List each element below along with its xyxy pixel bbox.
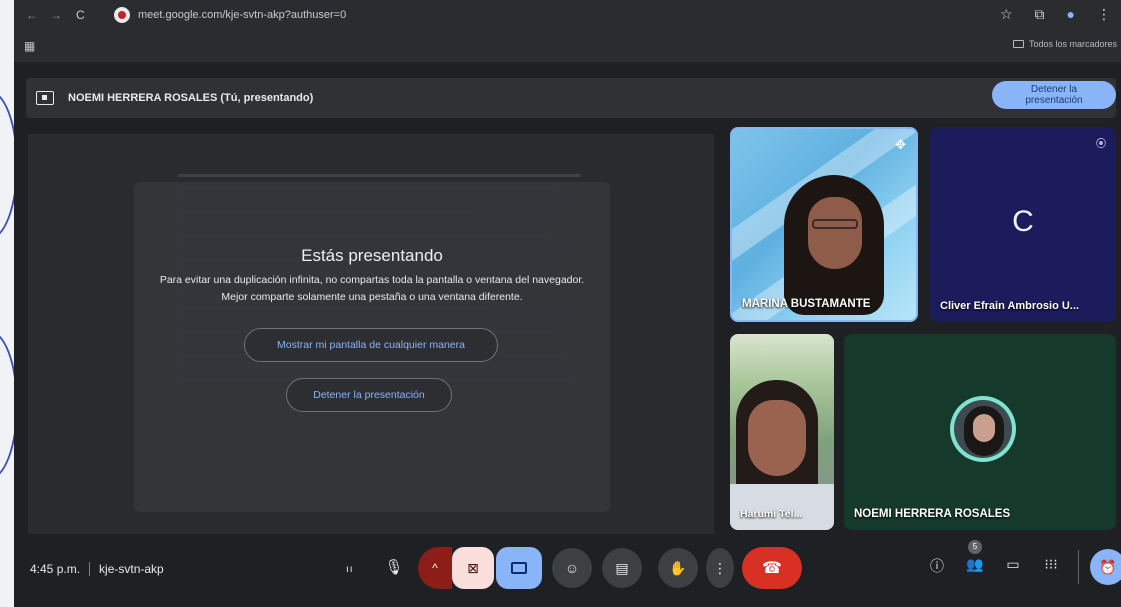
camera-off-button[interactable]: ⊠ <box>452 547 494 589</box>
raise-hand-button[interactable]: ✋ <box>658 547 698 589</box>
emoji-button[interactable]: ☺ <box>552 547 592 589</box>
participant-tile[interactable]: ✥ MARINA BUSTAMANTE <box>730 127 918 322</box>
mic-level-icon: ıı <box>346 564 354 575</box>
captions-icon: ▤ <box>615 559 629 576</box>
emoji-icon: ☺ <box>564 560 580 576</box>
participant-count-badge: 5 <box>968 540 982 554</box>
participant-name: Harumi Tel... <box>740 508 803 520</box>
participant-video <box>784 175 884 315</box>
participant-tile[interactable]: NOEMI HERRERA ROSALES <box>844 334 1116 530</box>
participant-video <box>730 374 834 530</box>
camera-options-button[interactable]: ^ <box>418 547 452 589</box>
present-icon <box>36 91 54 105</box>
more-options-icon: ⋮ <box>713 559 727 576</box>
camera-controls: ^ ⊠ <box>418 547 506 589</box>
site-icon <box>114 7 130 23</box>
activities-icon[interactable]: ⁝⁝⁝ <box>1032 556 1070 576</box>
shared-screen: Estás presentando Para evitar una duplic… <box>28 134 714 534</box>
profile-icon[interactable]: ● <box>1067 6 1075 23</box>
mic-icon: 🎙 <box>384 559 404 576</box>
present-screen-icon <box>511 562 527 574</box>
bookmarks-bar: ▦ Todos los marcadores <box>14 30 1121 62</box>
dialog-title: Estás presentando <box>301 246 443 265</box>
extensions-icon[interactable]: ⧉ <box>1035 6 1045 23</box>
presenting-title: NOEMI HERRERA ROSALES (Tú, presentando) <box>68 92 314 104</box>
end-call-button[interactable]: ☎ <box>742 547 802 589</box>
more-options-button[interactable]: ⋮ <box>706 547 734 589</box>
participant-initial: C <box>1012 205 1034 238</box>
menu-icon[interactable]: ⋮ <box>1097 6 1111 23</box>
captions-button[interactable]: ▤ <box>602 547 642 589</box>
address-bar[interactable]: meet.google.com/kje-svtn-akp?authuser=0 <box>114 4 974 26</box>
star-icon[interactable]: ☆ <box>1000 6 1013 23</box>
camera-off-icon: ⊠ <box>467 559 479 576</box>
dialog-message: Para evitar una duplicación infinita, no… <box>159 274 585 303</box>
folder-icon <box>1012 40 1024 48</box>
all-bookmarks-button[interactable]: Todos los marcadores <box>1012 39 1117 49</box>
browser-toolbar: ← → C meet.google.com/kje-svtn-akp?authu… <box>14 0 1121 30</box>
participant-name: NOEMI HERRERA ROSALES <box>854 508 1011 520</box>
raise-hand-icon: ✋ <box>669 559 687 576</box>
meet-area: NOEMI HERRERA ROSALES (Tú, presentando) … <box>14 62 1121 607</box>
dialog-stop-presenting-button[interactable]: Detener la presentación <box>286 378 452 412</box>
meeting-details: 4:45 p.m. kje-svtn-akp <box>30 562 164 576</box>
reload-icon[interactable]: C <box>76 8 85 22</box>
host-controls-button[interactable]: ⏰ <box>1090 549 1121 585</box>
participant-tile[interactable]: ⦿ C Cliver Efrain Ambrosio U... <box>930 127 1116 322</box>
photo-paper-edge <box>0 0 18 607</box>
audio-level-icon: ⦿ <box>1096 139 1106 150</box>
host-controls-icon: ⏰ <box>1099 558 1117 575</box>
url-text: meet.google.com/kje-svtn-akp?authuser=0 <box>138 9 347 21</box>
apps-icon[interactable]: ▦ <box>24 39 35 53</box>
participant-name: Cliver Efrain Ambrosio U... <box>940 300 1079 312</box>
meeting-code: kje-svtn-akp <box>99 562 164 576</box>
side-controls: ⓘ 5 👥 ▭ ⁝⁝⁝ <box>918 540 1070 576</box>
info-icon[interactable]: ⓘ <box>918 556 956 576</box>
participant-name: MARINA BUSTAMANTE <box>742 298 871 310</box>
present-screen-button[interactable] <box>496 547 542 589</box>
avatar <box>950 396 1016 462</box>
presenting-bar: NOEMI HERRERA ROSALES (Tú, presentando) … <box>26 78 1116 118</box>
show-screen-anyway-button[interactable]: Mostrar mi pantalla de cualquier manera <box>244 328 498 362</box>
pin-icon[interactable]: ✥ <box>895 137 906 153</box>
people-button[interactable]: 5 👥 <box>956 540 994 576</box>
meeting-time: 4:45 p.m. <box>30 562 81 576</box>
divider <box>1078 550 1079 584</box>
forward-icon[interactable]: → <box>50 8 62 22</box>
people-icon: 👥 <box>966 556 984 572</box>
end-call-icon: ☎ <box>762 560 782 577</box>
participant-tile[interactable]: Harumi Tel... <box>730 334 834 530</box>
all-bookmarks-label: Todos los marcadores <box>1028 39 1117 49</box>
chat-icon[interactable]: ▭ <box>994 556 1032 576</box>
presenting-warning-dialog: Estás presentando Para evitar una duplic… <box>134 182 610 512</box>
stop-presenting-button[interactable]: Detener la presentación <box>992 81 1116 109</box>
mic-button[interactable]: 🎙 <box>374 547 414 587</box>
back-icon[interactable]: ← <box>26 8 38 22</box>
